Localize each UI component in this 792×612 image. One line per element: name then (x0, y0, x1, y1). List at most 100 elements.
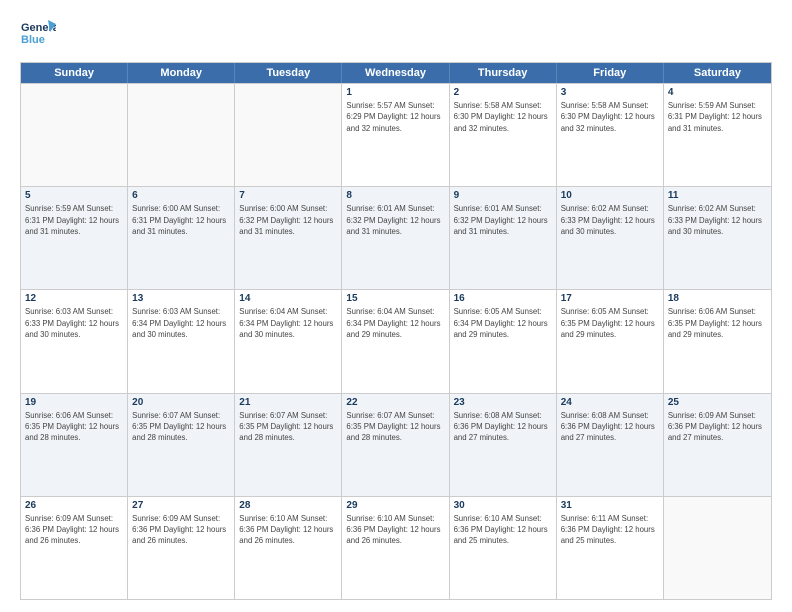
day-cell-12: 12 Sunrise: 6:03 AM Sunset: 6:33 PM Dayli… (21, 290, 128, 392)
day-cell-27: 27 Sunrise: 6:09 AM Sunset: 6:36 PM Dayli… (128, 497, 235, 599)
day-info: Sunrise: 6:01 AM Sunset: 6:32 PM Dayligh… (346, 203, 444, 237)
day-info: Sunrise: 6:07 AM Sunset: 6:35 PM Dayligh… (346, 410, 444, 444)
day-info: Sunrise: 6:07 AM Sunset: 6:35 PM Dayligh… (239, 410, 337, 444)
day-info: Sunrise: 6:09 AM Sunset: 6:36 PM Dayligh… (132, 513, 230, 547)
day-info: Sunrise: 6:06 AM Sunset: 6:35 PM Dayligh… (668, 306, 767, 340)
day-number: 25 (668, 397, 767, 408)
day-cell-2: 2 Sunrise: 5:58 AM Sunset: 6:30 PM Daylig… (450, 84, 557, 186)
day-info: Sunrise: 6:05 AM Sunset: 6:34 PM Dayligh… (454, 306, 552, 340)
day-number: 21 (239, 397, 337, 408)
day-cell-11: 11 Sunrise: 6:02 AM Sunset: 6:33 PM Dayli… (664, 187, 771, 289)
day-cell-26: 26 Sunrise: 6:09 AM Sunset: 6:36 PM Dayli… (21, 497, 128, 599)
day-number: 22 (346, 397, 444, 408)
logo: General Blue (20, 16, 56, 52)
day-number: 1 (346, 87, 444, 98)
day-cell-14: 14 Sunrise: 6:04 AM Sunset: 6:34 PM Dayli… (235, 290, 342, 392)
day-info: Sunrise: 5:59 AM Sunset: 6:31 PM Dayligh… (25, 203, 123, 237)
day-cell-4: 4 Sunrise: 5:59 AM Sunset: 6:31 PM Daylig… (664, 84, 771, 186)
calendar: SundayMondayTuesdayWednesdayThursdayFrid… (20, 62, 772, 600)
day-cell-28: 28 Sunrise: 6:10 AM Sunset: 6:36 PM Dayli… (235, 497, 342, 599)
day-number: 27 (132, 500, 230, 511)
day-number: 14 (239, 293, 337, 304)
day-number: 30 (454, 500, 552, 511)
day-info: Sunrise: 5:57 AM Sunset: 6:29 PM Dayligh… (346, 100, 444, 134)
day-info: Sunrise: 6:00 AM Sunset: 6:31 PM Dayligh… (132, 203, 230, 237)
day-cell-1: 1 Sunrise: 5:57 AM Sunset: 6:29 PM Daylig… (342, 84, 449, 186)
day-info: Sunrise: 6:07 AM Sunset: 6:35 PM Dayligh… (132, 410, 230, 444)
day-info: Sunrise: 6:10 AM Sunset: 6:36 PM Dayligh… (346, 513, 444, 547)
day-number: 5 (25, 190, 123, 201)
day-info: Sunrise: 6:10 AM Sunset: 6:36 PM Dayligh… (454, 513, 552, 547)
day-number: 16 (454, 293, 552, 304)
day-number: 6 (132, 190, 230, 201)
day-cell-30: 30 Sunrise: 6:10 AM Sunset: 6:36 PM Dayli… (450, 497, 557, 599)
day-info: Sunrise: 6:10 AM Sunset: 6:36 PM Dayligh… (239, 513, 337, 547)
header-day-sunday: Sunday (21, 63, 128, 83)
page: General Blue SundayMondayTuesdayWednesda… (0, 0, 792, 612)
day-number: 29 (346, 500, 444, 511)
day-cell-18: 18 Sunrise: 6:06 AM Sunset: 6:35 PM Dayli… (664, 290, 771, 392)
day-info: Sunrise: 6:02 AM Sunset: 6:33 PM Dayligh… (668, 203, 767, 237)
day-info: Sunrise: 6:00 AM Sunset: 6:32 PM Dayligh… (239, 203, 337, 237)
day-number: 13 (132, 293, 230, 304)
header-day-monday: Monday (128, 63, 235, 83)
calendar-body: 1 Sunrise: 5:57 AM Sunset: 6:29 PM Daylig… (21, 83, 771, 599)
day-cell-24: 24 Sunrise: 6:08 AM Sunset: 6:36 PM Dayli… (557, 394, 664, 496)
calendar-row-4: 26 Sunrise: 6:09 AM Sunset: 6:36 PM Dayli… (21, 496, 771, 599)
empty-cell-0-1 (128, 84, 235, 186)
day-cell-19: 19Sunrise: 6:06 AM Sunset: 6:35 PM Dayli… (21, 394, 128, 496)
day-info: Sunrise: 6:03 AM Sunset: 6:34 PM Dayligh… (132, 306, 230, 340)
svg-text:Blue: Blue (21, 34, 45, 46)
day-info: Sunrise: 6:09 AM Sunset: 6:36 PM Dayligh… (25, 513, 123, 547)
day-number: 24 (561, 397, 659, 408)
empty-cell-4-6 (664, 497, 771, 599)
day-info: Sunrise: 6:01 AM Sunset: 6:32 PM Dayligh… (454, 203, 552, 237)
day-number: 12 (25, 293, 123, 304)
day-info: Sunrise: 6:02 AM Sunset: 6:33 PM Dayligh… (561, 203, 659, 237)
logo-icon: General Blue (20, 16, 56, 52)
day-cell-9: 9Sunrise: 6:01 AM Sunset: 6:32 PM Daylig… (450, 187, 557, 289)
header-day-thursday: Thursday (450, 63, 557, 83)
calendar-row-3: 19Sunrise: 6:06 AM Sunset: 6:35 PM Dayli… (21, 393, 771, 496)
day-info: Sunrise: 6:08 AM Sunset: 6:36 PM Dayligh… (561, 410, 659, 444)
header-day-wednesday: Wednesday (342, 63, 449, 83)
day-info: Sunrise: 6:04 AM Sunset: 6:34 PM Dayligh… (346, 306, 444, 340)
day-cell-20: 20 Sunrise: 6:07 AM Sunset: 6:35 PM Dayli… (128, 394, 235, 496)
day-cell-22: 22 Sunrise: 6:07 AM Sunset: 6:35 PM Dayli… (342, 394, 449, 496)
day-number: 7 (239, 190, 337, 201)
header-day-saturday: Saturday (664, 63, 771, 83)
day-number: 8 (346, 190, 444, 201)
day-info: Sunrise: 6:09 AM Sunset: 6:36 PM Dayligh… (668, 410, 767, 444)
day-info: Sunrise: 5:58 AM Sunset: 6:30 PM Dayligh… (454, 100, 552, 134)
day-cell-16: 16 Sunrise: 6:05 AM Sunset: 6:34 PM Dayli… (450, 290, 557, 392)
day-number: 2 (454, 87, 552, 98)
day-cell-5: 5 Sunrise: 5:59 AM Sunset: 6:31 PM Daylig… (21, 187, 128, 289)
day-number: 4 (668, 87, 767, 98)
day-info: Sunrise: 5:59 AM Sunset: 6:31 PM Dayligh… (668, 100, 767, 134)
day-cell-17: 17Sunrise: 6:05 AM Sunset: 6:35 PM Dayli… (557, 290, 664, 392)
day-cell-15: 15Sunrise: 6:04 AM Sunset: 6:34 PM Dayli… (342, 290, 449, 392)
day-info: Sunrise: 6:03 AM Sunset: 6:33 PM Dayligh… (25, 306, 123, 340)
day-number: 20 (132, 397, 230, 408)
day-number: 18 (668, 293, 767, 304)
day-cell-8: 8 Sunrise: 6:01 AM Sunset: 6:32 PM Daylig… (342, 187, 449, 289)
day-info: Sunrise: 6:04 AM Sunset: 6:34 PM Dayligh… (239, 306, 337, 340)
day-number: 23 (454, 397, 552, 408)
calendar-header: SundayMondayTuesdayWednesdayThursdayFrid… (21, 63, 771, 83)
day-number: 3 (561, 87, 659, 98)
day-number: 11 (668, 190, 767, 201)
day-cell-3: 3Sunrise: 5:58 AM Sunset: 6:30 PM Daylig… (557, 84, 664, 186)
day-info: Sunrise: 6:08 AM Sunset: 6:36 PM Dayligh… (454, 410, 552, 444)
day-cell-21: 21 Sunrise: 6:07 AM Sunset: 6:35 PM Dayli… (235, 394, 342, 496)
day-cell-23: 23 Sunrise: 6:08 AM Sunset: 6:36 PM Dayli… (450, 394, 557, 496)
empty-cell-0-2 (235, 84, 342, 186)
day-number: 10 (561, 190, 659, 201)
day-info: Sunrise: 6:11 AM Sunset: 6:36 PM Dayligh… (561, 513, 659, 547)
day-info: Sunrise: 6:05 AM Sunset: 6:35 PM Dayligh… (561, 306, 659, 340)
header-day-tuesday: Tuesday (235, 63, 342, 83)
day-number: 26 (25, 500, 123, 511)
empty-cell-0-0 (21, 84, 128, 186)
day-number: 28 (239, 500, 337, 511)
calendar-row-0: 1 Sunrise: 5:57 AM Sunset: 6:29 PM Daylig… (21, 83, 771, 186)
day-cell-13: 13 Sunrise: 6:03 AM Sunset: 6:34 PM Dayli… (128, 290, 235, 392)
